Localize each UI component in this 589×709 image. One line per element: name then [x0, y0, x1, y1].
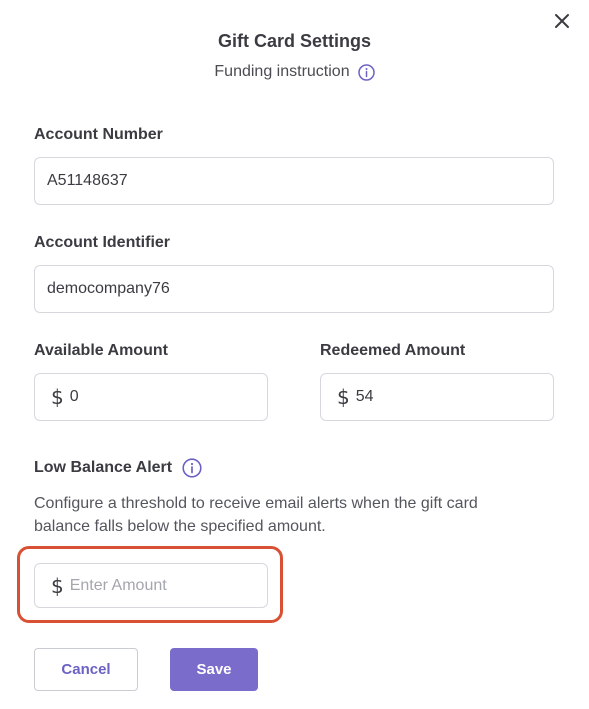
dollar-icon: $ — [51, 573, 64, 598]
account-identifier-value: democompany76 — [47, 280, 170, 297]
account-identifier-label: Account Identifier — [34, 234, 171, 251]
dollar-icon: $ — [51, 385, 64, 409]
account-number-label: Account Number — [34, 126, 163, 143]
redeemed-amount-value: 54 — [355, 388, 374, 405]
redeemed-amount-field[interactable]: $ 54 — [320, 373, 554, 421]
redeemed-amount-label: Redeemed Amount — [320, 342, 466, 359]
low-balance-alert-heading: Low Balance Alert — [34, 458, 202, 478]
account-identifier-field[interactable]: democompany76 — [34, 265, 554, 313]
dialog-title: Gift Card Settings — [217, 31, 371, 51]
info-icon[interactable] — [182, 458, 202, 478]
dialog-subtitle: Funding instruction — [0, 61, 589, 83]
low-balance-description: Configure a threshold to receive email a… — [34, 495, 478, 535]
cancel-button[interactable]: Cancel — [34, 648, 138, 691]
account-number-field[interactable]: A51148637 — [34, 157, 554, 205]
save-button[interactable]: Save — [170, 648, 258, 691]
info-icon[interactable] — [357, 63, 375, 81]
close-icon — [555, 14, 569, 28]
amount-placeholder: Enter Amount — [69, 576, 167, 594]
low-balance-alert-label: Low Balance Alert — [34, 459, 173, 476]
subtitle-text: Funding instruction — [214, 63, 350, 80]
low-balance-amount-input[interactable]: $ Enter Amount — [34, 563, 268, 608]
available-amount-value: 0 — [69, 388, 79, 405]
available-amount-label: Available Amount — [34, 342, 168, 359]
dollar-icon: $ — [337, 385, 350, 409]
account-number-value: A51148637 — [47, 172, 128, 189]
available-amount-field[interactable]: $ 0 — [34, 373, 268, 421]
